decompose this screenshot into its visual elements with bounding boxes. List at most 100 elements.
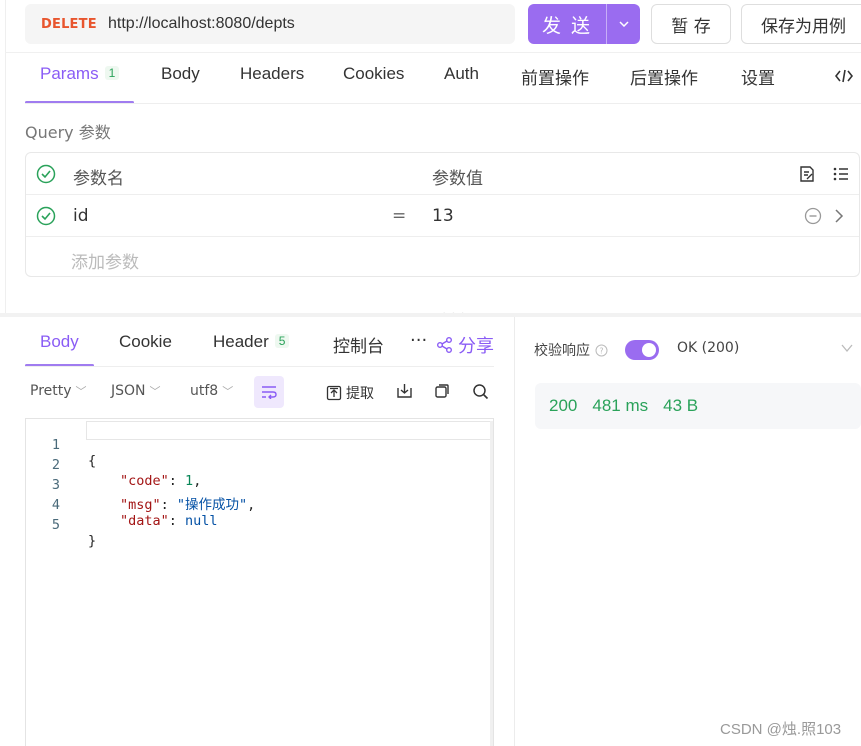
share-label: 分享 — [458, 336, 494, 357]
remove-circle-icon[interactable] — [804, 207, 822, 229]
code-line: 5 } — [26, 501, 96, 549]
json-key: "data" — [120, 513, 169, 529]
share-icon — [437, 337, 452, 353]
panel-separator — [514, 317, 515, 746]
tab-cookies[interactable]: Cookies — [343, 64, 404, 84]
tab-console[interactable]: 控制台 — [333, 332, 384, 357]
share-button[interactable]: 分享 — [436, 332, 494, 358]
send-button[interactable]: 发 送 — [528, 4, 640, 44]
tab-pre-operations[interactable]: 前置操作 — [521, 64, 589, 89]
json-key: "msg" — [120, 497, 161, 513]
extract-button[interactable]: 提取 — [326, 383, 374, 403]
extract-label: 提取 — [346, 386, 374, 402]
url-bar[interactable]: DELETE http://localhost:8080/depts — [25, 4, 515, 44]
format-value: Pretty — [30, 383, 72, 399]
check-circle-icon[interactable] — [36, 206, 56, 226]
send-label[interactable]: 发 送 — [528, 11, 606, 38]
tab-response-cookie[interactable]: Cookie — [119, 332, 172, 352]
tab-body[interactable]: Body — [161, 64, 200, 84]
code-icon[interactable] — [834, 68, 854, 88]
tab-label: Header — [213, 332, 269, 351]
word-wrap-button[interactable] — [254, 376, 284, 408]
header-divider — [5, 52, 861, 53]
scrollbar[interactable] — [490, 421, 493, 746]
tabs-border — [25, 103, 861, 104]
copy-icon[interactable] — [434, 383, 450, 399]
tabs-border — [25, 366, 494, 367]
search-icon[interactable] — [472, 383, 489, 400]
verify-label-text: 校验响应 — [534, 343, 590, 359]
list-icon[interactable] — [832, 165, 850, 187]
tab-params[interactable]: Params 1 — [40, 64, 120, 84]
code-line: 3 "msg": "操作成功", — [26, 461, 255, 513]
json-key: "code" — [120, 473, 169, 489]
response-time: 481 ms — [592, 396, 649, 415]
chevron-down-icon: ﹀ — [222, 385, 234, 398]
watermark: CSDN @烛.照103 — [720, 721, 842, 738]
params-table: 参数名 参数值 id = 13 添加参数 — [25, 152, 860, 277]
code-text: { — [88, 453, 97, 469]
format-select[interactable]: Pretty ﹀ — [30, 383, 87, 399]
url-input[interactable]: http://localhost:8080/depts — [108, 15, 295, 33]
encoding-select[interactable]: utf8 ﹀ — [190, 383, 233, 399]
params-header-row: 参数名 参数值 — [26, 153, 859, 195]
param-value-header: 参数值 — [432, 169, 483, 189]
chevron-right-icon[interactable] — [834, 208, 844, 228]
add-param-placeholder[interactable]: 添加参数 — [71, 248, 139, 273]
more-icon[interactable]: ··· — [410, 330, 427, 351]
add-param-row[interactable]: 添加参数 — [26, 237, 859, 279]
current-line-highlight — [86, 421, 493, 440]
verify-response-label: 校验响应 ? — [534, 340, 608, 360]
code-text: "data": null — [120, 513, 218, 529]
param-row[interactable]: id = 13 — [26, 195, 859, 237]
params-count-badge: 1 — [104, 66, 120, 80]
chevron-down-icon[interactable] — [840, 340, 854, 359]
code-text: } — [88, 533, 97, 549]
response-size: 43 B — [663, 396, 699, 415]
encoding-value: utf8 — [190, 383, 219, 399]
tab-response-body[interactable]: Body — [40, 332, 79, 352]
help-icon[interactable]: ? — [595, 344, 608, 357]
query-title: Query 参数 — [25, 123, 111, 142]
tab-label: Params — [40, 64, 99, 83]
line-number: 5 — [51, 517, 60, 533]
extract-icon — [326, 385, 342, 401]
download-icon[interactable] — [396, 383, 413, 399]
verify-toggle[interactable] — [625, 340, 659, 360]
code-line: 1 { — [26, 421, 96, 469]
method-select[interactable]: DELETE — [41, 17, 108, 32]
svg-text:?: ? — [599, 346, 603, 355]
code-line: 4 "data": null — [26, 481, 218, 529]
status-code: 200 — [549, 396, 578, 415]
chevron-down-icon[interactable] — [607, 21, 640, 27]
param-value[interactable]: 13 — [432, 206, 454, 226]
header-count-badge: 5 — [274, 334, 290, 348]
param-name[interactable]: id — [73, 206, 89, 226]
code-text: "msg": "操作成功", — [120, 497, 256, 513]
toggle-knob — [642, 343, 656, 357]
response-stats: 200 481 ms 43 B — [535, 383, 861, 429]
json-null: null — [185, 513, 218, 529]
type-select[interactable]: JSON ﹀ — [111, 383, 161, 399]
chevron-down-icon: ﹀ — [149, 385, 161, 398]
tab-auth[interactable]: Auth — [444, 64, 479, 84]
json-number: 1 — [185, 473, 194, 489]
chevron-down-icon: ﹀ — [75, 385, 87, 398]
wrap-icon — [262, 386, 277, 399]
save-button[interactable]: 暂 存 — [651, 4, 731, 44]
expected-status-select[interactable]: OK (200) — [677, 340, 739, 356]
tab-post-operations[interactable]: 后置操作 — [630, 64, 698, 89]
response-body-editor[interactable]: 1 { 2 "code": 1, 3 "msg": "操作成功", 4 "dat… — [25, 418, 494, 746]
check-circle-icon[interactable] — [36, 164, 56, 184]
param-operator: = — [392, 206, 407, 226]
type-value: JSON — [111, 383, 146, 399]
code-line: 2 "code": 1, — [26, 441, 201, 489]
tab-settings[interactable]: 设置 — [741, 64, 775, 89]
tab-headers[interactable]: Headers — [240, 64, 304, 84]
tab-response-header[interactable]: Header 5 — [213, 332, 290, 352]
bulk-edit-icon[interactable] — [798, 165, 816, 187]
param-name-header: 参数名 — [73, 169, 124, 189]
panel-divider[interactable] — [0, 313, 861, 317]
code-text: "code": 1, — [120, 473, 202, 489]
save-as-example-button[interactable]: 保存为用例 — [741, 4, 861, 44]
